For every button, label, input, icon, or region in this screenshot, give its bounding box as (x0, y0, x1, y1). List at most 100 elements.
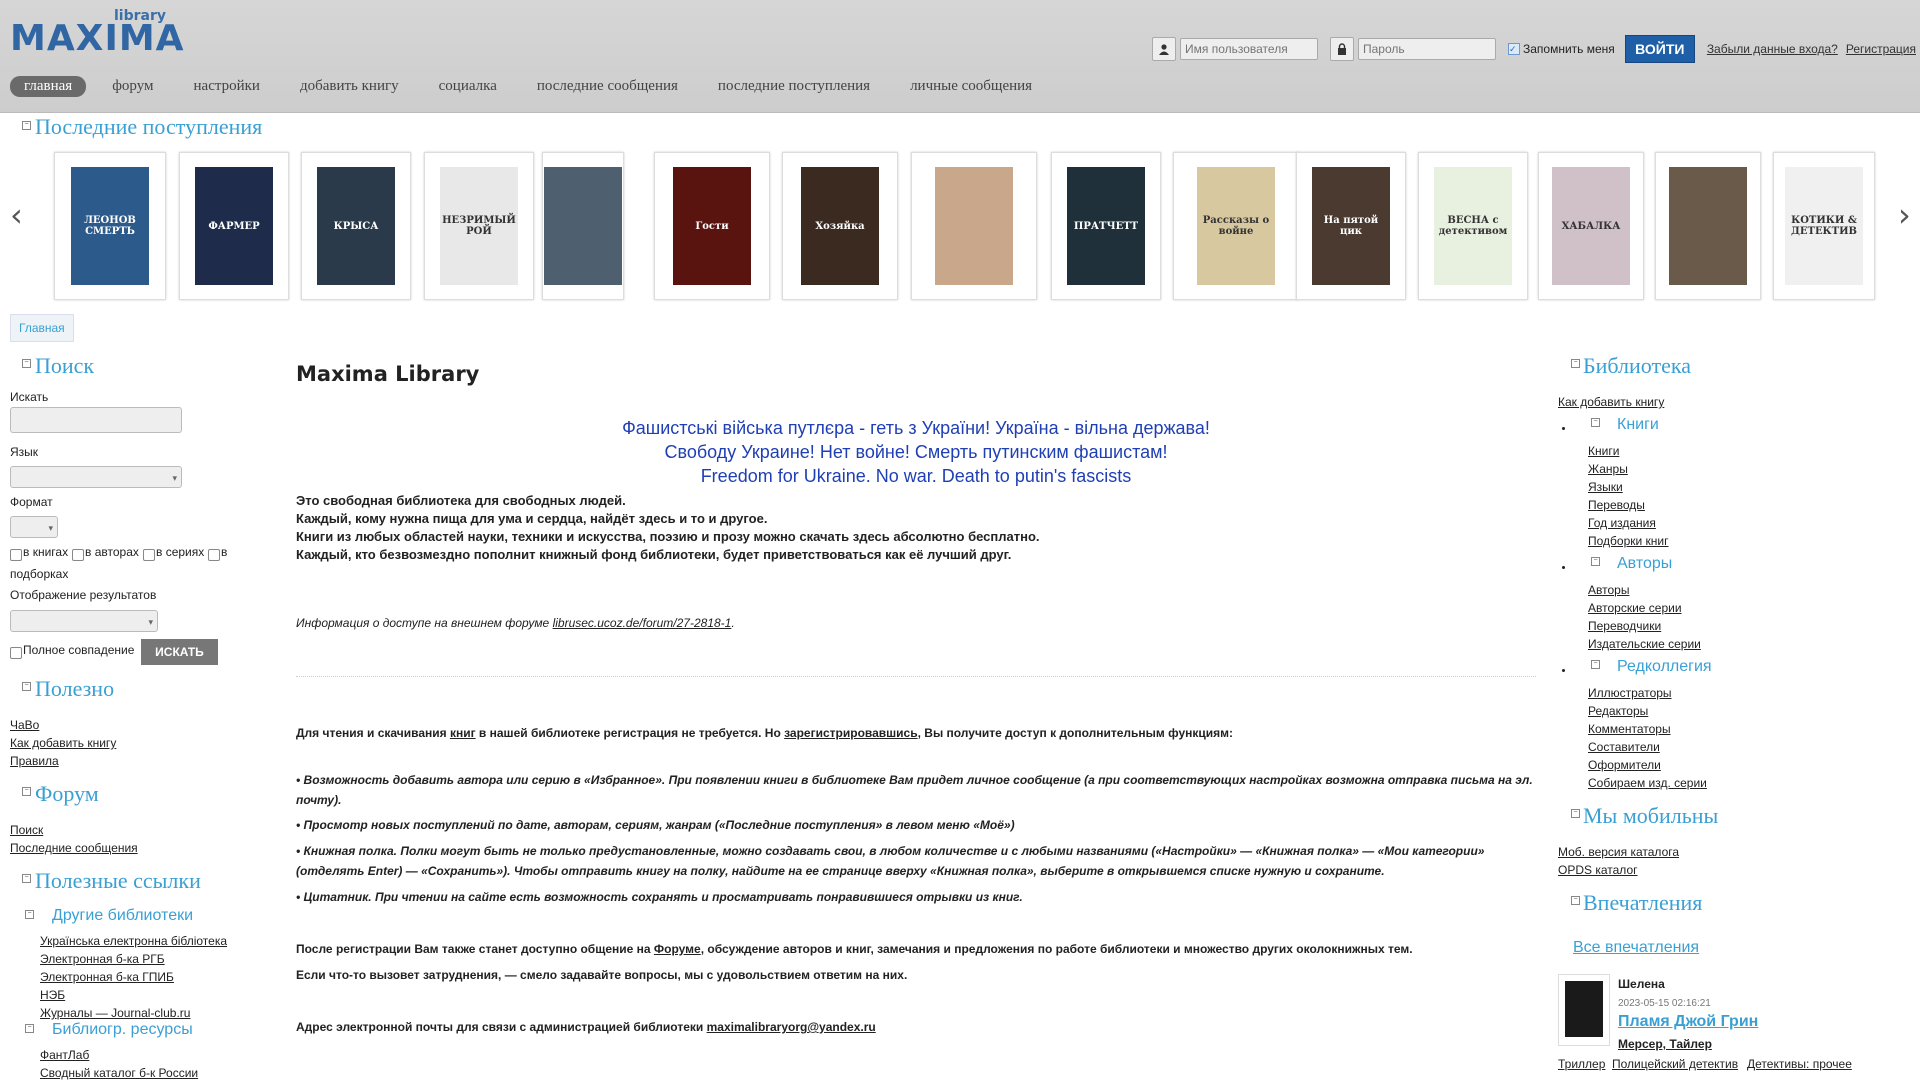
book-thumbnail[interactable]: Хозяйка (782, 152, 898, 300)
mobile-catalog-link[interactable]: Моб. версия каталога (1558, 845, 1679, 859)
book-thumbnail[interactable]: ХАБАЛКА (1538, 152, 1644, 300)
collapse-forum-icon[interactable]: − (22, 787, 31, 796)
breadcrumb[interactable]: Главная (10, 314, 74, 342)
lang-select[interactable]: ▾ (10, 466, 182, 488)
collect-series-link[interactable]: Собираем изд. серии (1588, 776, 1707, 790)
nav-home[interactable]: главная (10, 76, 87, 97)
opds-link[interactable]: OPDS каталог (1558, 863, 1638, 877)
book-thumbnail[interactable]: ВЕСНА с детективом (1418, 152, 1528, 300)
collapse-other-libs-icon[interactable]: − (25, 910, 34, 919)
tag-link[interactable]: Детективы: прочее (1747, 1057, 1852, 1071)
carousel-prev-icon[interactable]: ‹ (10, 196, 23, 234)
other-lib-link[interactable]: НЭБ (40, 988, 65, 1002)
search-input[interactable] (10, 407, 182, 433)
languages-link[interactable]: Языки (1588, 480, 1623, 494)
format-select[interactable]: ▾ (10, 516, 58, 538)
display-select[interactable]: ▾ (10, 610, 158, 632)
nav-last-arrivals[interactable]: последние поступления (718, 78, 870, 95)
collapse-recent-icon[interactable]: − (22, 121, 31, 130)
register-link[interactable]: Регистрация (1846, 42, 1916, 56)
nav-social[interactable]: социалка (439, 78, 497, 95)
book-thumbnail[interactable]: ФАРМЕР (179, 152, 289, 300)
nav-last-messages[interactable]: последние сообщения (537, 78, 678, 95)
forum-search-link[interactable]: Поиск (10, 823, 43, 837)
all-impressions-link[interactable]: Все впечатления (1573, 939, 1699, 957)
year-link[interactable]: Год издания (1588, 516, 1656, 530)
book-thumbnail[interactable]: Рассказы о войне (1173, 152, 1299, 300)
translations-link[interactable]: Переводы (1588, 498, 1645, 512)
book-thumbnail[interactable]: ПРАТЧЕТТ (1051, 152, 1161, 300)
editors-link[interactable]: Редакторы (1588, 704, 1648, 718)
book-thumbnail[interactable]: На пятой цик (1296, 152, 1406, 300)
commentators-link[interactable]: Комментаторы (1588, 722, 1671, 736)
tag-link[interactable]: Полицейский детектив (1612, 1057, 1738, 1071)
forgot-link[interactable]: Забыли данные входа? (1707, 42, 1838, 56)
nav-add-book[interactable]: добавить книгу (300, 78, 399, 95)
genres-link[interactable]: Жанры (1588, 462, 1628, 476)
other-lib-link[interactable]: Электронная б-ка ГПИБ (40, 970, 174, 984)
impression-user[interactable]: Шелена (1618, 977, 1665, 991)
rules-link[interactable]: Правила (10, 754, 59, 768)
collections-link[interactable]: Подборки книг (1588, 534, 1669, 548)
remember-me[interactable]: ✓ Запомнить меня (1508, 42, 1615, 56)
forum-info-link[interactable]: librusec.ucoz.de/forum/27-2818-1 (553, 616, 732, 630)
collapse-authors-icon[interactable]: − (1591, 557, 1600, 566)
login-button[interactable]: ВОЙТИ (1624, 35, 1695, 63)
collapse-books-icon[interactable]: − (1591, 418, 1600, 427)
exact-checkbox[interactable] (10, 647, 22, 659)
faq-link[interactable]: ЧаВо (10, 718, 39, 732)
username-input[interactable] (1180, 38, 1318, 60)
book-thumbnail[interactable]: ЛЕОНОВ СМЕРТЬ (54, 152, 166, 300)
illustrators-link[interactable]: Иллюстраторы (1588, 686, 1672, 700)
author-series-link[interactable]: Авторские серии (1588, 601, 1682, 615)
collapse-editorial-icon[interactable]: − (1591, 660, 1600, 669)
forum-inline-link[interactable]: Форуме (654, 942, 701, 956)
selections-checkbox[interactable] (208, 549, 220, 561)
biblio-link[interactable]: Сводный каталог б-к России (40, 1066, 198, 1080)
email-link[interactable]: maximalibraryorg@yandex.ru (707, 1020, 876, 1034)
authors-checkbox[interactable] (72, 549, 84, 561)
collapse-useful-icon[interactable]: − (22, 682, 31, 691)
other-lib-link[interactable]: Журналы — Journal-club.ru (40, 1006, 190, 1020)
book-thumbnail[interactable]: КРЫСА (301, 152, 411, 300)
impression-book-cover[interactable] (1558, 974, 1610, 1046)
publisher-series-link[interactable]: Издательские серии (1588, 637, 1701, 651)
collapse-mobile-icon[interactable]: − (1571, 809, 1580, 818)
book-thumbnail[interactable]: НЕЗРИМЫЙ РОЙ (424, 152, 534, 300)
how-add-book-link[interactable]: Как добавить книгу (1558, 395, 1664, 409)
register-inline-link[interactable]: зарегистрировавшись (784, 726, 917, 740)
nav-settings[interactable]: настройки (194, 78, 260, 95)
tag-link[interactable]: Триллер (1558, 1057, 1605, 1071)
forum-last-link[interactable]: Последние сообщения (10, 841, 138, 855)
search-button[interactable]: ИСКАТЬ (141, 639, 218, 665)
nav-forum[interactable]: форум (112, 78, 153, 95)
how-add-link[interactable]: Как добавить книгу (10, 736, 116, 750)
carousel-next-icon[interactable]: › (1898, 196, 1911, 234)
impression-author-link[interactable]: Мерсер, Тайлер (1618, 1037, 1712, 1051)
biblio-link[interactable]: ФантЛаб (40, 1048, 89, 1062)
book-thumbnail[interactable]: КОТИКИ & ДЕТЕКТИВ (1773, 152, 1875, 300)
compilers-link[interactable]: Составители (1588, 740, 1660, 754)
books-link[interactable]: Книги (1588, 444, 1619, 458)
designers-link[interactable]: Оформители (1588, 758, 1661, 772)
site-logo[interactable]: library MAXIMA (10, 8, 184, 59)
collapse-library-icon[interactable]: − (1571, 359, 1580, 368)
other-lib-link[interactable]: Электронная б-ка РГБ (40, 952, 165, 966)
collapse-biblio-icon[interactable]: − (25, 1024, 34, 1033)
book-thumbnail[interactable] (542, 152, 624, 300)
books-checkbox[interactable] (10, 549, 22, 561)
book-thumbnail[interactable] (1655, 152, 1761, 300)
collapse-search-icon[interactable]: − (22, 359, 31, 368)
translators-link[interactable]: Переводчики (1588, 619, 1661, 633)
books-link[interactable]: книг (450, 726, 476, 740)
authors-link[interactable]: Авторы (1588, 583, 1629, 597)
other-lib-link[interactable]: Українська електронна бібліотека (40, 934, 227, 948)
nav-private-messages[interactable]: личные сообщения (910, 78, 1032, 95)
book-thumbnail[interactable] (911, 152, 1037, 300)
impression-book-link[interactable]: Пламя Джой Грин (1618, 1013, 1758, 1031)
remember-checkbox[interactable]: ✓ (1508, 43, 1520, 55)
collapse-impressions-icon[interactable]: − (1571, 896, 1580, 905)
book-thumbnail[interactable]: Гости (654, 152, 770, 300)
password-input[interactable] (1358, 38, 1496, 60)
collapse-links-icon[interactable]: − (22, 874, 31, 883)
